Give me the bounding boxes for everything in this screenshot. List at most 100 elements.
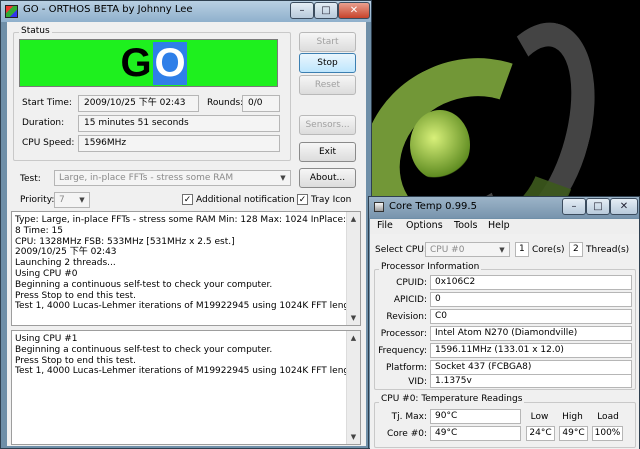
- select-cpu-dropdown[interactable]: CPU #0 ▼: [425, 242, 510, 257]
- stop-button[interactable]: Stop: [299, 53, 356, 73]
- coretemp-title-bar[interactable]: Core Temp 0.99.5 – □ ✕: [369, 197, 639, 218]
- log-line: 2009/10/25 下午 02:43: [15, 247, 117, 258]
- log-line: Using CPU #1: [15, 334, 78, 344]
- orthos-window: GO - ORTHOS BETA by Johnny Lee – □ ✕ Sta…: [0, 0, 372, 449]
- tray-icon-label: Tray Icon: [311, 195, 352, 205]
- log-line: Type: Large, in-place FFTs - stress some…: [15, 215, 361, 225]
- core0-low: 24°C: [526, 426, 555, 441]
- close-icon: ✕: [349, 5, 359, 16]
- start-time-field: 2009/10/25 下午 02:43: [78, 95, 199, 112]
- cpu1-log-scrollbar[interactable]: ▲ ▼: [346, 331, 360, 444]
- low-header: Low: [530, 412, 549, 422]
- priority-select[interactable]: 7 ▼: [54, 192, 90, 208]
- rounds-label: Rounds:: [207, 98, 244, 108]
- menu-tools[interactable]: Tools: [454, 220, 477, 231]
- log-line: Beginning a continuous self-test to chec…: [15, 344, 273, 355]
- frequency-value: 1596.11MHz (133.01 x 12.0): [430, 343, 632, 358]
- apicid-label: APICID:: [393, 295, 427, 305]
- exit-button[interactable]: Exit: [299, 142, 356, 162]
- high-header: High: [562, 412, 583, 422]
- scroll-up-icon[interactable]: ▲: [348, 213, 359, 225]
- cpu0-log[interactable]: Type: Large, in-place FFTs - stress some…: [11, 211, 361, 326]
- additional-notification-checkbox[interactable]: ✓: [182, 194, 193, 205]
- log-line: Using CPU #0: [15, 268, 78, 279]
- cores-count: 1: [515, 242, 529, 257]
- close-button[interactable]: ✕: [338, 2, 370, 19]
- core0-load: 100%: [592, 426, 623, 441]
- go-letter-g: G: [120, 41, 152, 85]
- checkmark-icon: ✓: [183, 195, 192, 205]
- minimize-icon: –: [299, 5, 305, 16]
- threads-label: Thread(s): [586, 245, 630, 255]
- chevron-down-icon: ▼: [280, 174, 286, 182]
- processor-label: Processor:: [380, 329, 427, 339]
- vid-label: VID:: [408, 377, 427, 387]
- close-icon: ✕: [619, 201, 629, 212]
- cpu0-log-scrollbar[interactable]: ▲ ▼: [346, 212, 360, 325]
- test-select-value: Large, in-place FFTs - stress some RAM: [59, 173, 234, 183]
- core0-label: Core #0:: [387, 429, 427, 439]
- close-button[interactable]: ✕: [610, 198, 638, 215]
- log-line: Press Stop to end this test.: [15, 355, 137, 366]
- minimize-button[interactable]: –: [562, 198, 586, 215]
- wallpaper-swirl: [410, 110, 470, 180]
- test-label: Test:: [20, 174, 41, 184]
- scroll-down-icon[interactable]: ▼: [348, 312, 359, 324]
- processor-value: Intel Atom N270 (Diamondville): [430, 326, 632, 341]
- log-line: Launching 2 threads...: [15, 258, 116, 269]
- additional-notification-label: Additional notification: [196, 195, 295, 205]
- cpuid-value: 0x106C2: [430, 275, 632, 290]
- log-line: Test 1, 4000 Lucas-Lehmer iterations of …: [15, 366, 361, 377]
- maximize-button[interactable]: □: [314, 2, 338, 19]
- duration-label: Duration:: [22, 118, 65, 128]
- apicid-value: 0: [430, 292, 632, 307]
- maximize-icon: □: [593, 201, 603, 212]
- chevron-down-icon: ▼: [499, 246, 505, 254]
- coretemp-window: Core Temp 0.99.5 – □ ✕ File Options Tool…: [368, 196, 640, 449]
- orthos-title-bar[interactable]: GO - ORTHOS BETA by Johnny Lee – □ ✕: [1, 1, 371, 22]
- tray-icon-checkbox[interactable]: ✓: [297, 194, 308, 205]
- go-letter-o: O: [153, 41, 187, 85]
- reset-button[interactable]: Reset: [299, 75, 356, 95]
- about-button[interactable]: About...: [299, 168, 356, 188]
- load-header: Load: [597, 412, 619, 422]
- maximize-button[interactable]: □: [586, 198, 610, 215]
- cpu-speed-label: CPU Speed:: [22, 138, 75, 148]
- test-select[interactable]: Large, in-place FFTs - stress some RAM ▼: [54, 170, 291, 186]
- coretemp-app-icon: [374, 202, 384, 212]
- minimize-icon: –: [571, 201, 577, 212]
- tjmax-label: Tj. Max:: [391, 412, 427, 422]
- vid-value: 1.1375v: [430, 374, 632, 388]
- menu-file[interactable]: File: [377, 220, 393, 231]
- status-group-label: Status: [19, 26, 52, 36]
- scroll-down-icon[interactable]: ▼: [348, 431, 359, 443]
- menu-help[interactable]: Help: [488, 220, 510, 231]
- maximize-icon: □: [321, 5, 331, 16]
- threads-count: 2: [569, 242, 583, 257]
- menu-options[interactable]: Options: [406, 220, 443, 231]
- coretemp-menubar: File Options Tools Help: [370, 219, 639, 234]
- processor-info-label: Processor Information: [379, 262, 482, 272]
- go-status-indicator: G O: [19, 39, 278, 87]
- core0-temp: 49°C: [430, 426, 521, 441]
- frequency-label: Frequency:: [378, 346, 427, 356]
- priority-label: Priority:: [20, 195, 55, 205]
- coretemp-client-area: Select CPU: CPU #0 ▼ 1 Core(s) 2 Thread(…: [370, 234, 639, 449]
- core0-high: 49°C: [559, 426, 588, 441]
- coretemp-window-title: Core Temp 0.99.5: [389, 201, 477, 212]
- sensors-button[interactable]: Sensors...: [299, 115, 356, 135]
- log-line: Beginning a continuous self-test to chec…: [15, 279, 273, 290]
- start-time-label: Start Time:: [22, 98, 72, 108]
- cores-label: Core(s): [532, 245, 565, 255]
- checkmark-icon: ✓: [298, 195, 307, 205]
- orthos-window-title: GO - ORTHOS BETA by Johnny Lee: [23, 4, 193, 15]
- orthos-app-icon: [5, 5, 18, 18]
- revision-label: Revision:: [386, 312, 427, 322]
- minimize-button[interactable]: –: [290, 2, 314, 19]
- select-cpu-value: CPU #0: [430, 245, 465, 255]
- chevron-down-icon: ▼: [79, 196, 85, 204]
- cpu1-log[interactable]: Using CPU #1 Beginning a continuous self…: [11, 330, 361, 445]
- scroll-up-icon[interactable]: ▲: [348, 332, 359, 344]
- revision-value: C0: [430, 309, 632, 324]
- start-button[interactable]: Start: [299, 32, 356, 52]
